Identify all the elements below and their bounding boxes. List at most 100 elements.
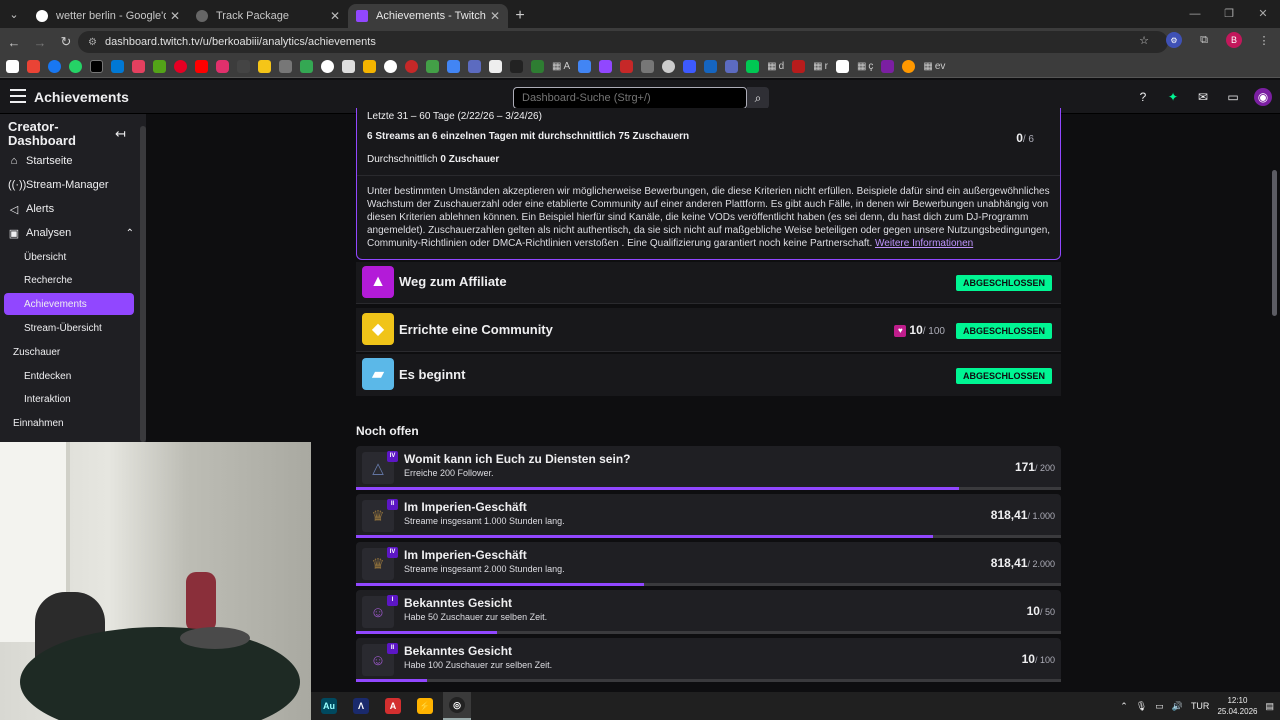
bookmark-pen-icon[interactable] — [489, 60, 502, 73]
open-achievement-row[interactable]: ☺ I Bekanntes Gesicht Habe 50 Zuschauer … — [356, 590, 1061, 634]
extension-icon[interactable]: ⚙ — [1166, 32, 1182, 48]
bookmark-instagram-icon[interactable] — [132, 60, 145, 73]
bookmark-folder2-icon[interactable] — [641, 60, 655, 73]
bookmark-folder-a[interactable]: ▦ A — [552, 61, 570, 72]
chat-icon[interactable]: ▭ — [1224, 88, 1242, 106]
sidebar-item-achievements[interactable]: Achievements — [24, 294, 87, 314]
taskbar-app4[interactable]: ⚡ — [411, 692, 439, 720]
bookmark-x-icon[interactable] — [90, 60, 103, 73]
collapse-sidebar-icon[interactable]: ↤ — [115, 126, 126, 142]
help-icon[interactable]: ? — [1134, 88, 1152, 106]
bookmark-openai-icon[interactable] — [510, 60, 523, 73]
bookmark-orange-icon[interactable] — [902, 60, 916, 73]
volume-icon[interactable]: 🔊 — [1172, 701, 1183, 712]
chevron-up-icon[interactable]: ⌃ — [1120, 701, 1128, 712]
hamburger-menu-icon[interactable] — [10, 89, 26, 103]
sidebar-item-recherche[interactable]: Recherche — [24, 270, 72, 290]
sidebar-item-stream-uebersicht[interactable]: Stream-Übersicht — [24, 318, 102, 338]
bookmark-play-icon[interactable] — [237, 60, 250, 73]
tab-search-icon[interactable]: ⌄ — [0, 0, 28, 28]
sidebar-item-interaktion[interactable]: Interaktion — [24, 389, 71, 409]
bookmark-folder-ev[interactable]: ▦ ev — [923, 61, 945, 72]
bookmark-notes-icon[interactable] — [258, 60, 271, 73]
sidebar-scrollbar-thumb[interactable] — [140, 126, 146, 442]
bookmark-keep-icon[interactable] — [363, 60, 376, 73]
bookmark-doc3-icon[interactable] — [704, 60, 718, 73]
main-scrollbar-thumb[interactable] — [1272, 170, 1277, 316]
bookmark-wiki-icon[interactable] — [342, 60, 355, 73]
close-tab-icon[interactable]: ✕ — [170, 9, 180, 23]
bookmark-translate-icon[interactable] — [111, 60, 124, 73]
bookmark-chrome-icon[interactable] — [321, 60, 334, 73]
profile-avatar[interactable]: B — [1226, 32, 1242, 48]
bookmark-whatsapp-icon[interactable] — [69, 60, 82, 73]
bookmark-drive-icon[interactable] — [300, 60, 313, 73]
bookmark-folder-icon[interactable] — [279, 60, 292, 73]
close-window-icon[interactable]: ✕ — [1246, 0, 1280, 28]
open-achievement-row[interactable]: △ IV Womit kann ich Euch zu Diensten sei… — [356, 446, 1061, 490]
inbox-icon[interactable]: ✉ — [1194, 88, 1212, 106]
dashboard-search-input[interactable] — [513, 87, 747, 109]
browser-menu-icon[interactable]: ⋮ — [1256, 32, 1272, 48]
sidebar-item-stream-manager[interactable]: ((·)) Stream-Manager — [8, 175, 134, 195]
sidebar-item-entdecken[interactable]: Entdecken — [24, 366, 71, 386]
close-tab-icon[interactable]: ✕ — [490, 9, 500, 23]
bookmark-maps-icon[interactable] — [447, 60, 460, 73]
network-icon[interactable]: ▭ — [1155, 701, 1164, 712]
restore-icon[interactable]: ❐ — [1212, 0, 1246, 28]
bookmark-red-icon[interactable] — [405, 60, 418, 73]
bookmark-youtube-icon[interactable] — [195, 60, 208, 73]
search-button[interactable]: ⌕ — [747, 87, 769, 109]
bookmark-leaf-icon[interactable] — [531, 60, 544, 73]
bookmark-instagram2-icon[interactable] — [216, 60, 229, 73]
site-info-icon[interactable]: ⚙ — [88, 37, 97, 48]
achievement-row[interactable]: ▲ Weg zum Affiliate ABGESCHLOSSEN — [356, 262, 1061, 304]
microphone-icon[interactable]: 🎙 — [1136, 701, 1147, 712]
tab-achievements[interactable]: Achievements - Twitch ✕ — [348, 4, 508, 28]
sidebar-item-startseite[interactable]: ⌂ Startseite — [8, 151, 134, 171]
close-tab-icon[interactable]: ✕ — [330, 9, 340, 23]
bookmark-k-icon[interactable] — [746, 60, 760, 73]
reload-icon[interactable]: ↻ — [54, 30, 78, 54]
more-info-link[interactable]: Weitere Informationen — [875, 238, 973, 249]
bookmark-docs-icon[interactable] — [468, 60, 481, 73]
sidebar-item-alerts[interactable]: ◁ Alerts — [8, 199, 134, 219]
user-avatar[interactable]: ◉ — [1254, 88, 1272, 106]
bookmark-folder-d[interactable]: ▦ d — [767, 61, 784, 72]
sidebar-category-zuschauer[interactable]: Zuschauer — [13, 342, 60, 362]
bookmark-doc4-icon[interactable] — [725, 60, 739, 73]
bookmark-game-icon[interactable] — [153, 60, 166, 73]
bookmark-star-icon[interactable]: ☆ — [1136, 32, 1152, 48]
bookmark-a-icon[interactable] — [881, 60, 895, 73]
open-achievement-row[interactable]: ♛ IV Im Imperien-Geschäft Streame insges… — [356, 542, 1061, 586]
bookmark-edit-icon[interactable] — [835, 60, 849, 73]
language-indicator[interactable]: TUR — [1191, 701, 1210, 711]
extensions-icon[interactable]: ✦ — [1164, 88, 1182, 106]
sidebar-category-einnahmen[interactable]: Einnahmen — [13, 413, 64, 433]
notification-icon[interactable]: ▤ — [1265, 701, 1274, 712]
achievement-row[interactable]: ◆ Errichte eine Community ♥ 10/ 100 ABGES… — [356, 308, 1061, 352]
bookmark-doc2-icon[interactable] — [578, 60, 592, 73]
bookmark-info-icon[interactable] — [384, 60, 397, 73]
achievement-row[interactable]: ▰ Es beginnt ABGESCHLOSSEN — [356, 354, 1061, 396]
bookmark-folder-c[interactable]: ▦ ç — [857, 61, 873, 72]
extensions-puzzle-icon[interactable]: ⧉ — [1196, 32, 1212, 48]
bookmark-db-icon[interactable] — [792, 60, 806, 73]
minimize-icon[interactable]: — — [1178, 0, 1212, 28]
tab-track-package[interactable]: Track Package ✕ — [188, 4, 348, 28]
bookmark-google-icon[interactable] — [6, 60, 19, 73]
bookmark-bird-icon[interactable] — [620, 60, 634, 73]
bookmark-sheets-icon[interactable] — [426, 60, 439, 73]
bookmark-camera-icon[interactable] — [662, 60, 676, 73]
bookmark-twitch-icon[interactable] — [599, 60, 613, 73]
bookmark-facebook-icon[interactable] — [48, 60, 61, 73]
sidebar-item-uebersicht[interactable]: Übersicht — [24, 247, 66, 267]
new-tab-button[interactable]: + — [508, 4, 532, 28]
sidebar-item-analysen[interactable]: ▣ Analysen ⌃ — [8, 223, 134, 243]
taskbar-acrobat[interactable]: A — [379, 692, 407, 720]
open-achievement-row[interactable]: ☺ II Bekanntes Gesicht Habe 100 Zuschaue… — [356, 638, 1061, 682]
bookmark-pinterest-icon[interactable] — [174, 60, 187, 73]
url-field[interactable]: ⚙ dashboard.twitch.tv/u/berkoabiii/analy… — [78, 31, 1168, 53]
bookmark-folder-r[interactable]: ▦ r — [813, 61, 828, 72]
bookmark-gemini-icon[interactable] — [683, 60, 697, 73]
